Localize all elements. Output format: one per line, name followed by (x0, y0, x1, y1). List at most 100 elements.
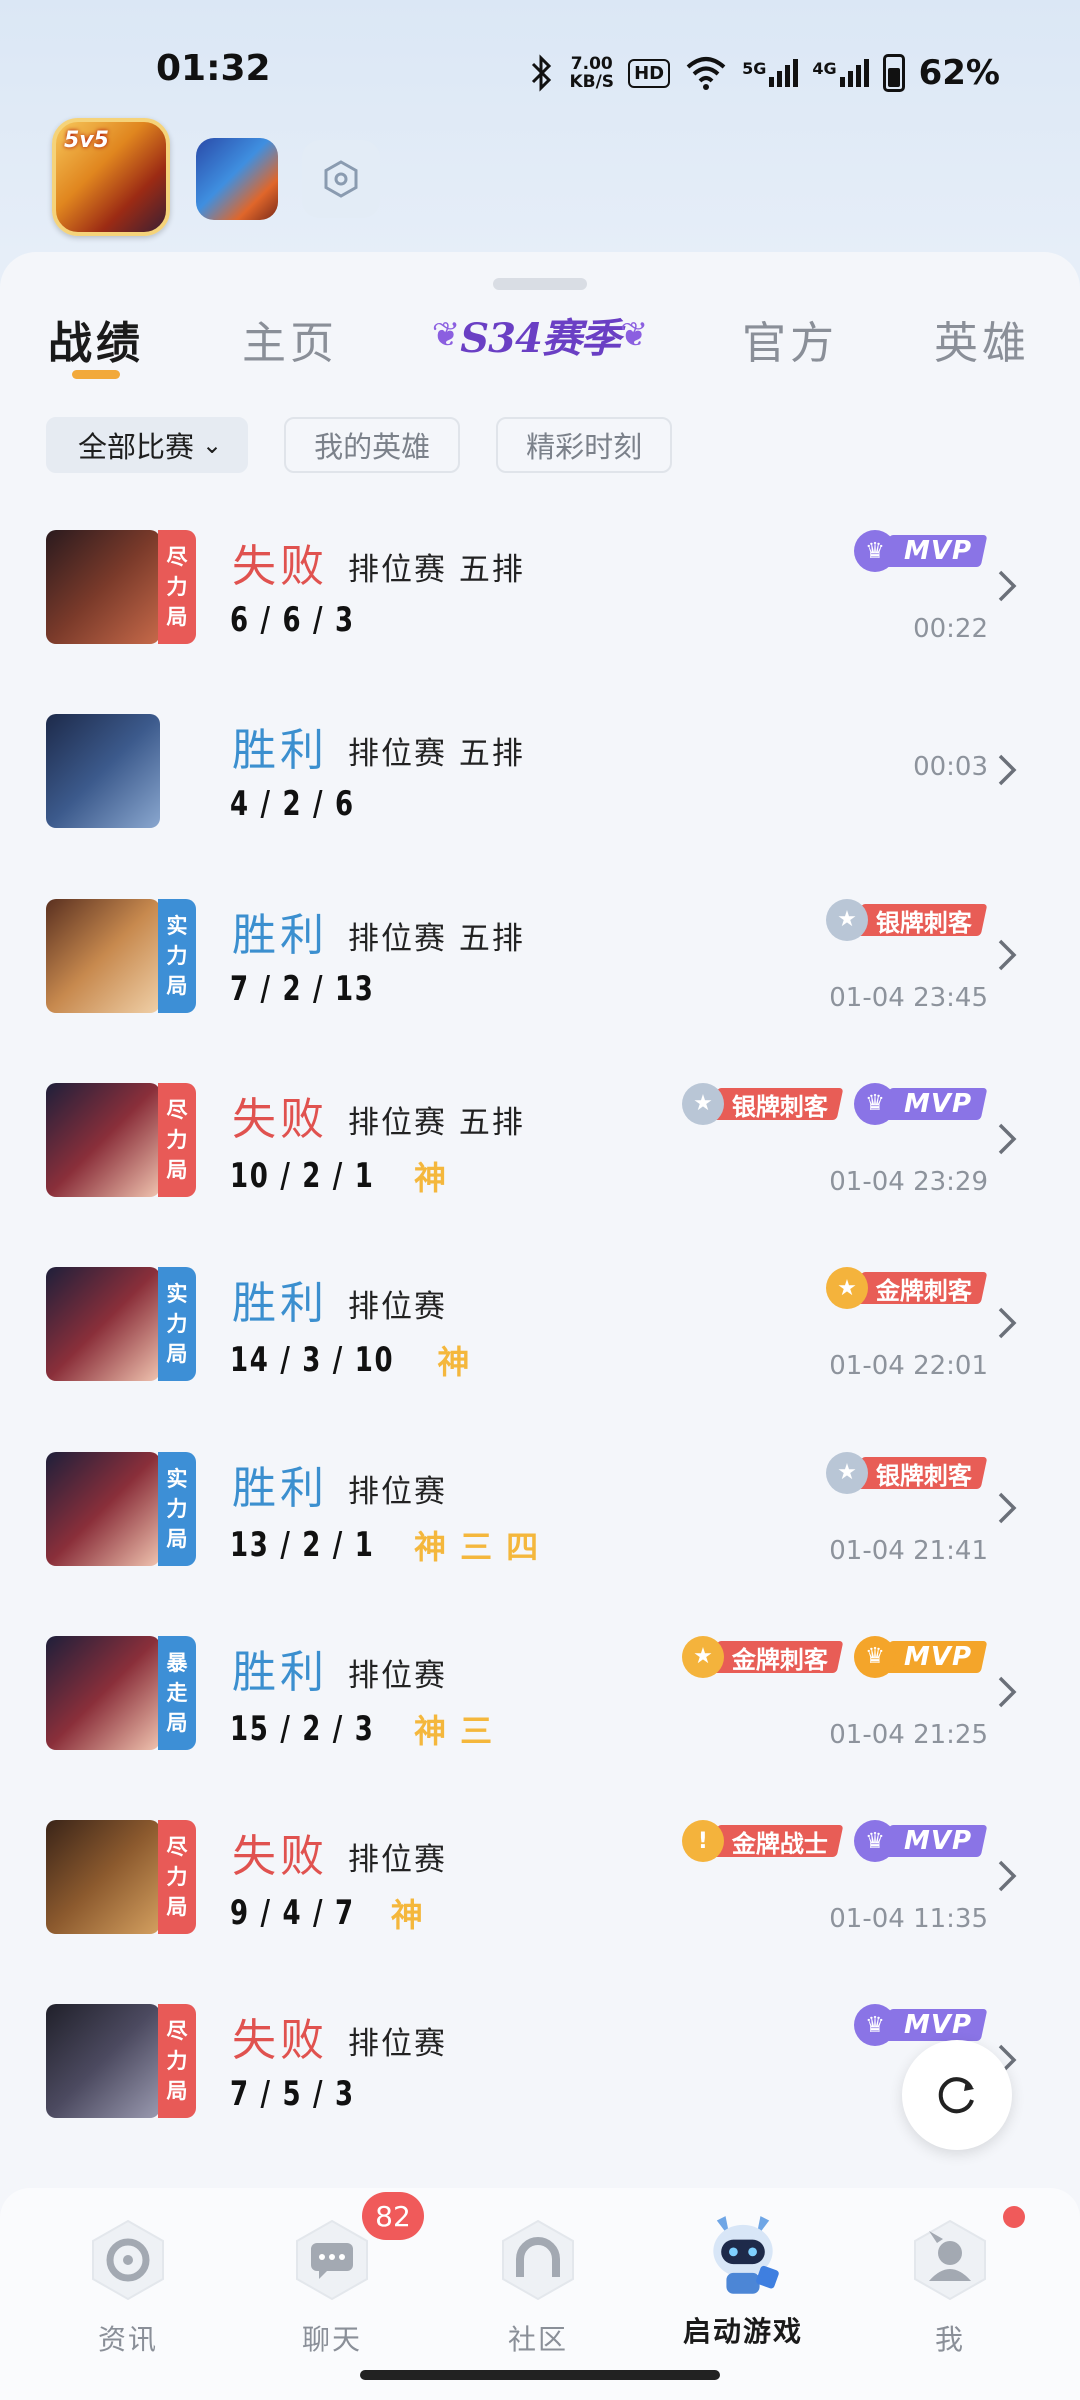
kda-value: 7 / 2 / 13 (230, 968, 375, 1009)
badge-emblem-icon: ★ (681, 1082, 724, 1125)
kda-line: 10 / 2 / 1 神 (230, 1153, 446, 1199)
signal-4g-icon: 4G (812, 59, 869, 87)
match-time: 01-04 11:35 (829, 1904, 988, 1935)
chevron-right-icon (998, 1860, 1017, 1892)
nav-community[interactable]: 社区 (468, 2188, 608, 2388)
hero-avatar (46, 1267, 160, 1382)
badge-emblem-icon: ♛ (853, 1082, 896, 1125)
main-card: 战绩 主页 官方 英雄 ❦ S34赛季 ❦ 全部比赛 ⌄ 我的英雄 精彩时刻 尽力… (0, 252, 1080, 2400)
nav-launch-game[interactable]: 启动游戏 (673, 2188, 813, 2388)
kda-line: 15 / 2 / 3 神三 (230, 1706, 492, 1752)
match-row[interactable]: 尽力局失败 排位赛 五排 6 / 6 / 3 ♛ MVP 00:22 (0, 510, 1080, 694)
tab-home[interactable]: 主页 (242, 307, 338, 371)
match-row[interactable]: 尽力局失败 排位赛 五排 10 / 2 / 1 神 ★ 银牌刺客 ♛ MVP 01-04 23:… (0, 1063, 1080, 1247)
honor-mark: 四 (506, 1527, 539, 1566)
achievement-badges: ★ 金牌刺客 (826, 1267, 988, 1310)
achievement-badges: ! 金牌战士 ♛ MVP (681, 1820, 988, 1863)
right-wing-icon: ❦ (619, 315, 649, 355)
kda-value: 14 / 3 / 10 (230, 1340, 395, 1381)
match-result: 胜利 (232, 1278, 328, 1330)
match-result: 胜利 (232, 725, 328, 777)
match-result: 胜利 (232, 1646, 328, 1698)
profile-icon (902, 2212, 998, 2308)
active-tab-indicator (72, 370, 120, 379)
badge-emblem-icon: ! (681, 1820, 724, 1863)
refresh-button[interactable] (902, 2040, 1012, 2150)
mvp-badge: ♛ MVP (853, 530, 988, 572)
match-result: 失败 (232, 541, 328, 592)
hero-avatar-wrap: 尽力局 (46, 1820, 196, 1935)
match-quality-tag: 实力局 (158, 1451, 196, 1566)
bluetooth-icon (532, 54, 552, 92)
mvp-badge: ♛ MVP (853, 2004, 988, 2047)
achievement-badges: ★ 银牌刺客 (826, 1451, 988, 1494)
profile-notification-dot (1003, 2206, 1025, 2228)
chat-unread-badge: 82 (362, 2192, 424, 2240)
badge-emblem-icon: ★ (826, 1451, 868, 1494)
medal-badge: ★ 金牌刺客 (681, 1635, 844, 1678)
honor-mark: 神 (414, 1711, 447, 1750)
match-row[interactable]: 暴走局胜利 排位赛 15 / 2 / 3 神三 ★ 金牌刺客 ♛ MVP 01-04 21:25 (0, 1616, 1080, 1800)
match-result: 失败 (232, 1093, 328, 1145)
filter-row: 全部比赛 ⌄ 我的英雄 精彩时刻 (46, 417, 673, 473)
home-indicator[interactable] (360, 2370, 720, 2380)
honor-of-kings-app-icon[interactable]: 5v5 (52, 118, 170, 236)
match-mode: 排位赛 五排 (348, 1104, 525, 1141)
honor-mark: 神 (390, 1896, 423, 1935)
hero-avatar (46, 714, 160, 829)
match-row[interactable]: 尽力局失败 排位赛 9 / 4 / 7 神 ! 金牌战士 ♛ MVP 01-04 11:35 (0, 1800, 1080, 1984)
medal-badge: ★ 银牌刺客 (681, 1082, 844, 1125)
status-icons: 7.00 KB/S HD 5G 4G 62% (529, 48, 1000, 98)
kda-line: 7 / 5 / 3 (230, 2074, 377, 2114)
hero-avatar (46, 898, 160, 1013)
match-mode: 排位赛 五排 (348, 552, 525, 588)
tab-heroes[interactable]: 英雄 (934, 307, 1030, 371)
chevron-right-icon (998, 1676, 1017, 1708)
mvp-badge: ♛ MVP (853, 1082, 988, 1125)
nav-news[interactable]: 资讯 (58, 2188, 198, 2388)
chevron-right-icon (998, 755, 1017, 786)
chevron-right-icon (998, 570, 1017, 602)
kda-value: 6 / 6 / 3 (230, 600, 355, 640)
battery-icon (882, 54, 905, 92)
badge-emblem-icon: ★ (826, 898, 868, 941)
nav-me[interactable]: 我 (880, 2188, 1020, 2388)
match-time: 01-04 22:01 (829, 1351, 988, 1382)
tab-record[interactable]: 战绩 (48, 307, 144, 371)
filter-highlights[interactable]: 精彩时刻 (496, 417, 673, 473)
filter-my-heroes[interactable]: 我的英雄 (284, 417, 461, 473)
secondary-game-icon[interactable] (196, 138, 278, 220)
mvp-badge: ♛ MVP (853, 1820, 988, 1863)
launch-game-icon (695, 2194, 791, 2308)
match-row[interactable]: 实力局胜利 排位赛 五排 7 / 2 / 13 ★ 银牌刺客 01-04 23:45 (0, 879, 1080, 1063)
tab-official[interactable]: 官方 (742, 307, 838, 371)
honor-mark: 三 (460, 1527, 493, 1566)
hero-avatar-wrap: 实力局 (46, 898, 196, 1013)
match-quality-tag: 实力局 (158, 1267, 196, 1382)
wifi-icon (686, 57, 726, 90)
hero-avatar-wrap: 尽力局 (46, 2004, 196, 2119)
match-row[interactable]: 实力局胜利 排位赛 14 / 3 / 10 神 ★ 金牌刺客 01-04 22:01 (0, 1247, 1080, 1431)
drag-handle[interactable] (493, 278, 587, 290)
community-icon (490, 2212, 586, 2308)
match-quality-tag: 暴走局 (158, 1635, 196, 1750)
kda-value: 9 / 4 / 7 (230, 1893, 355, 1934)
status-bar: 01:32 7.00 KB/S HD 5G 4G 62% (0, 0, 1080, 140)
match-row[interactable]: 胜利 排位赛 五排 4 / 2 / 6 00:03 (0, 694, 1080, 878)
mvp-badge: ♛ MVP (853, 1635, 988, 1678)
hero-avatar (46, 2004, 160, 2119)
match-result: 失败 (232, 2015, 328, 2067)
badge-emblem-icon: ★ (826, 1267, 868, 1310)
match-mode: 排位赛 (348, 1473, 447, 1510)
match-row[interactable]: 实力局胜利 排位赛 13 / 2 / 1 神三四 ★ 银牌刺客 01-04 21:41 (0, 1432, 1080, 1616)
hero-avatar-wrap: 暴走局 (46, 1635, 196, 1750)
match-mode: 排位赛 (348, 1657, 447, 1694)
filter-all-matches[interactable]: 全部比赛 ⌄ (46, 417, 249, 473)
settings-hex-button[interactable] (302, 140, 380, 218)
achievement-badges: ♛ MVP (853, 2004, 988, 2047)
chevron-right-icon (998, 1123, 1017, 1155)
achievement-badges: ♛ MVP (853, 530, 988, 572)
medal-badge: ★ 金牌刺客 (826, 1267, 988, 1310)
tab-season[interactable]: ❦ S34赛季 ❦ (430, 300, 650, 370)
achievement-badges: ★ 银牌刺客 ♛ MVP (681, 1082, 988, 1125)
